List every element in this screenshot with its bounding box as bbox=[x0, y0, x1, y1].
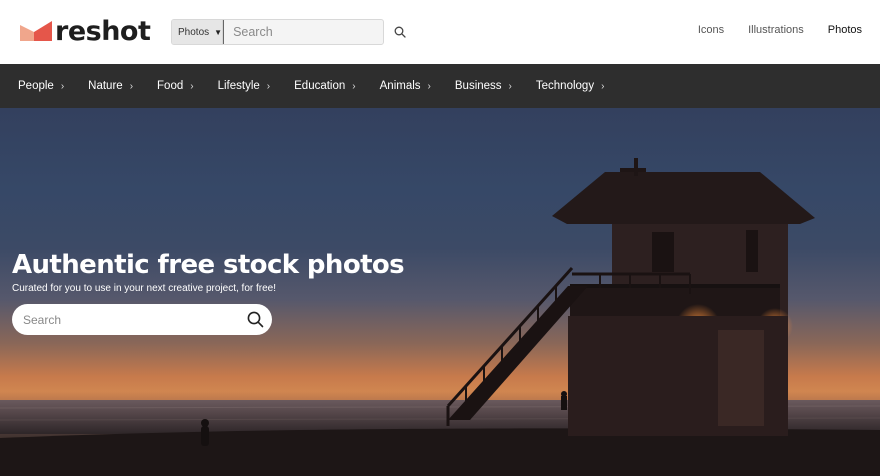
top-search-button[interactable] bbox=[394, 20, 406, 44]
chevron-right-icon: › bbox=[427, 80, 431, 92]
category-label: Food bbox=[157, 80, 184, 92]
chevron-right-icon: › bbox=[129, 80, 134, 92]
chevron-right-icon: › bbox=[352, 80, 356, 92]
category-food[interactable]: Food › bbox=[157, 80, 194, 92]
search-scope-label: Photos bbox=[178, 26, 210, 38]
category-label: Nature bbox=[88, 80, 123, 92]
chevron-right-icon: › bbox=[266, 80, 271, 92]
chevron-right-icon: › bbox=[60, 80, 65, 92]
hero-subtitle: Curated for you to use in your next crea… bbox=[12, 283, 277, 294]
nav-illustrations-link[interactable]: Illustrations bbox=[748, 24, 804, 36]
category-technology[interactable]: Technology › bbox=[536, 80, 605, 92]
reshot-logo[interactable]: reshot bbox=[20, 14, 151, 48]
category-bar: People › Nature › Food › Lifestyle › Educati… bbox=[0, 64, 880, 108]
category-label: People bbox=[18, 80, 54, 92]
main-nav: Icons Illustrations Photos bbox=[674, 24, 862, 36]
category-label: Lifestyle bbox=[217, 80, 260, 92]
search-scope-dropdown[interactable]: Photos ▼ bbox=[172, 20, 224, 44]
hero-search-input[interactable] bbox=[23, 312, 238, 327]
reshot-logo-icon bbox=[20, 21, 52, 41]
hero-title: Authentic free stock photos bbox=[12, 250, 405, 280]
search-icon bbox=[394, 26, 406, 38]
category-label: Animals bbox=[379, 80, 421, 92]
category-animals[interactable]: Animals › bbox=[380, 80, 431, 92]
site-header: reshot Photos ▼ Icons Illustrations Phot… bbox=[0, 0, 880, 64]
category-business[interactable]: Business › bbox=[455, 80, 512, 92]
top-search-input[interactable] bbox=[223, 20, 395, 44]
category-label: Education bbox=[294, 80, 346, 92]
chevron-right-icon: › bbox=[508, 80, 512, 92]
nav-photos-link[interactable]: Photos bbox=[828, 24, 862, 36]
category-people[interactable]: People › bbox=[18, 80, 64, 92]
hero-search-button[interactable] bbox=[238, 304, 272, 335]
hero-banner: Authentic free stock photos Curated for … bbox=[0, 108, 880, 476]
category-lifestyle[interactable]: Lifestyle › bbox=[218, 80, 271, 92]
category-education[interactable]: Education › bbox=[294, 80, 356, 92]
search-icon bbox=[247, 311, 263, 328]
chevron-right-icon: › bbox=[601, 80, 605, 92]
top-search-bar: Photos ▼ bbox=[171, 19, 406, 45]
caret-down-icon: ▼ bbox=[214, 27, 223, 37]
nav-icons-link[interactable]: Icons bbox=[698, 24, 724, 36]
category-label: Business bbox=[454, 80, 502, 92]
chevron-right-icon: › bbox=[190, 80, 194, 92]
category-label: Technology bbox=[535, 80, 595, 92]
hero-search-bar bbox=[12, 304, 272, 335]
category-nature[interactable]: Nature › bbox=[88, 80, 133, 92]
brand-name: reshot bbox=[55, 15, 151, 47]
